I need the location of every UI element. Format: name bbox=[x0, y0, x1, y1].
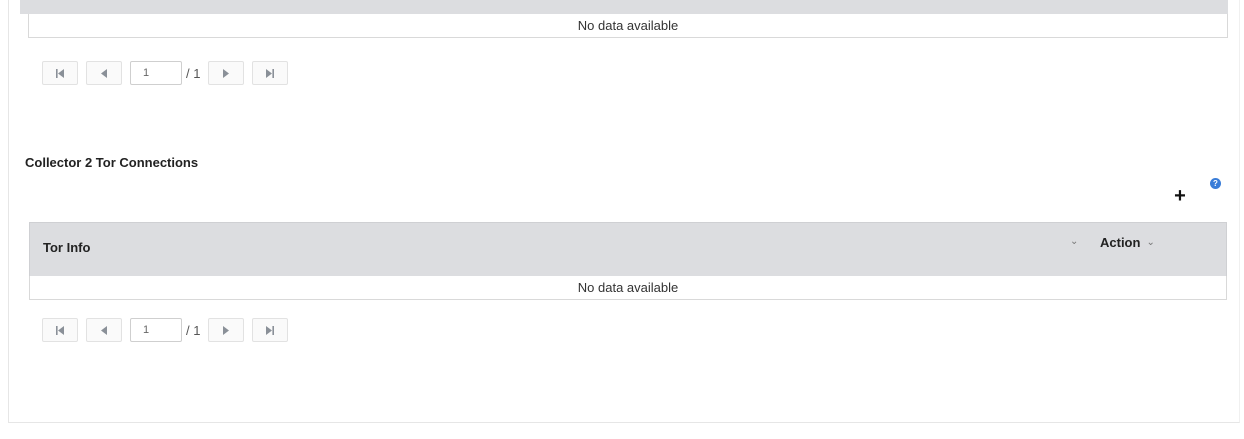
prev-page-button[interactable] bbox=[86, 318, 122, 342]
top-table-header bbox=[20, 0, 1228, 14]
top-table-empty-row: No data available bbox=[28, 14, 1228, 38]
page-number-input[interactable] bbox=[130, 61, 182, 85]
last-page-button[interactable] bbox=[252, 61, 289, 85]
column-header-action-label: Action bbox=[1100, 235, 1141, 250]
last-page-icon bbox=[266, 68, 275, 78]
prev-page-button[interactable] bbox=[86, 61, 122, 85]
column-header-action[interactable]: Action ⌄ bbox=[1100, 235, 1155, 250]
next-page-button[interactable] bbox=[208, 318, 245, 342]
last-page-icon bbox=[266, 325, 275, 335]
page-number-input[interactable] bbox=[130, 318, 182, 342]
first-page-icon bbox=[56, 68, 64, 78]
page-total-label: / 1 bbox=[186, 322, 201, 338]
prev-page-icon bbox=[101, 68, 107, 78]
tor-table-header: Tor Info ⌄ Action ⌄ bbox=[29, 222, 1227, 276]
prev-page-icon bbox=[101, 325, 107, 335]
first-page-button[interactable] bbox=[42, 318, 78, 342]
column-header-tor-info[interactable]: Tor Info bbox=[43, 240, 90, 255]
add-tor-connection-button[interactable]: + bbox=[1170, 185, 1190, 207]
tor-table-pager: / 1 bbox=[42, 317, 296, 343]
top-table-pager: / 1 bbox=[42, 60, 296, 86]
help-icon[interactable]: ? bbox=[1210, 178, 1221, 189]
next-page-icon bbox=[223, 68, 230, 78]
tor-table-empty-message: No data available bbox=[577, 280, 679, 295]
page-total-label: / 1 bbox=[186, 65, 201, 81]
last-page-button[interactable] bbox=[252, 318, 289, 342]
tor-table-empty-row: No data available bbox=[29, 276, 1227, 300]
first-page-button[interactable] bbox=[42, 61, 78, 85]
section-title: Collector 2 Tor Connections bbox=[25, 155, 199, 170]
first-page-icon bbox=[56, 325, 64, 335]
top-table-empty-message: No data available bbox=[577, 18, 679, 33]
next-page-button[interactable] bbox=[208, 61, 245, 85]
chevron-down-icon: ⌄ bbox=[1146, 237, 1155, 248]
next-page-icon bbox=[223, 325, 230, 335]
chevron-down-icon[interactable]: ⌄ bbox=[1070, 236, 1078, 247]
